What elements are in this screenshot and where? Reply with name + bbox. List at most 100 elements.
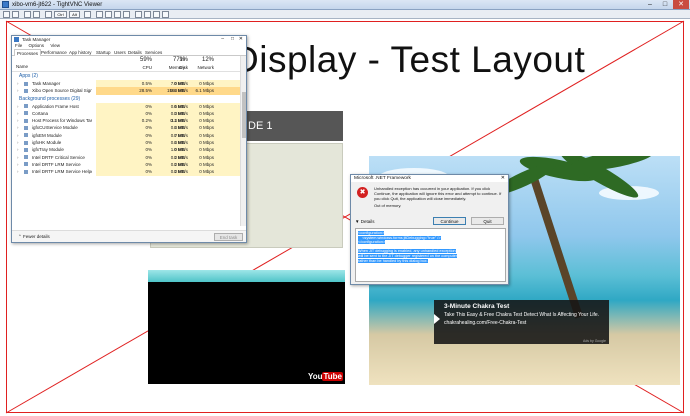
- tab-services[interactable]: Services: [143, 49, 164, 56]
- expand-chevron-icon[interactable]: ›: [17, 124, 19, 131]
- process-name: igfxEM Module: [32, 132, 62, 138]
- continue-button[interactable]: Continue: [433, 217, 466, 225]
- process-network: 0 Mbps: [199, 103, 214, 109]
- fewer-details-link[interactable]: ⌃ Fewer details: [18, 234, 50, 240]
- process-name: Xibo Open Source Digital Signa...: [32, 88, 92, 94]
- process-row[interactable]: › Host Process for Windows Tasks 0.2% 3.4 M…: [12, 117, 246, 125]
- expand-chevron-icon[interactable]: ›: [17, 110, 19, 117]
- google-ad[interactable]: 3-Minute Chakra Test Take This Easy & Fr…: [434, 300, 609, 344]
- expand-chevron-icon[interactable]: ›: [17, 103, 19, 110]
- process-row[interactable]: › Cortana 0% 0.3 MB 0 MB/s 0 Mbps: [12, 109, 246, 118]
- column-network[interactable]: Network: [174, 65, 214, 70]
- apps-group-header[interactable]: Apps (2): [12, 72, 246, 80]
- tab-startup[interactable]: Startup: [94, 49, 113, 56]
- details-toggle[interactable]: ▼ Details: [355, 218, 374, 226]
- tab-performance[interactable]: Performance: [39, 49, 69, 56]
- video-player[interactable]: YouTube: [148, 270, 345, 384]
- video-preview-strip: [148, 270, 345, 282]
- process-row[interactable]: › igfxCUIService Module 0% 0.4 MB 0 MB/s 0 Mb…: [12, 124, 246, 132]
- tm-maximize-button[interactable]: □: [231, 36, 234, 43]
- process-row[interactable]: › igfxTray Module 0% 1.0 MB 0 MB/s 0 Mbps: [12, 146, 246, 154]
- tab-app-history[interactable]: App history: [67, 49, 94, 56]
- process-icon: [24, 104, 28, 109]
- process-row[interactable]: › igfxEM Module 0% 0.7 MB 0 MB/s 0 Mbps: [12, 131, 246, 140]
- menu-file[interactable]: File: [15, 43, 22, 48]
- expand-chevron-icon[interactable]: ›: [17, 139, 19, 146]
- task-manager-title-bar: Task Manager – □ ✕: [12, 36, 246, 43]
- tab-details[interactable]: Details: [126, 49, 144, 56]
- process-row[interactable]: › igfxHK Module 0% 0.4 MB 0 MB/s 0 Mbps: [12, 139, 246, 147]
- process-network: 0 Mbps: [199, 140, 214, 146]
- dialog-message: Unhandled exception has occurred in your…: [374, 186, 502, 201]
- youtube-logo-tube: Tube: [322, 372, 343, 381]
- expand-chevron-icon[interactable]: ›: [17, 80, 19, 87]
- palm-trunk: [529, 173, 583, 319]
- exception-line-text: <system.windows.forms jitDebugging="true…: [358, 235, 441, 240]
- process-name: Application Frame Host: [32, 103, 79, 109]
- task-manager-scrollbar[interactable]: [240, 56, 246, 226]
- process-icon: [24, 133, 28, 138]
- process-network: 0 Mbps: [199, 154, 214, 160]
- process-icon: [24, 155, 28, 160]
- task-manager-title: Task Manager: [22, 37, 51, 42]
- process-icon: [24, 162, 28, 167]
- process-icon: [24, 125, 28, 130]
- scrollbar-thumb[interactable]: [242, 92, 246, 138]
- dialog-title-bar: Microsoft .NET Framework ✕: [351, 175, 508, 182]
- exception-line-text: <configuration>: [358, 231, 385, 235]
- process-row[interactable]: › Intel DRTF Critical Service 0% 0.2 MB 0 MB…: [12, 153, 246, 161]
- expand-chevron-icon[interactable]: ›: [17, 161, 19, 168]
- process-row[interactable]: › Task Manager 0.5% 7.0 MB 0 MB/s 0 Mbps: [12, 80, 246, 88]
- network-total[interactable]: 12%: [174, 57, 214, 63]
- tm-minimize-button[interactable]: –: [221, 36, 224, 43]
- error-icon: ✖: [357, 187, 368, 198]
- vnc-viewer: xibo-vm6-jt622 - TightVNC Viewer – □ ✕ C…: [0, 0, 690, 416]
- tab-processes[interactable]: Processes: [14, 49, 42, 56]
- process-row[interactable]: › Intel DRTF LRM Service 0% 0.2 MB 0 MB/s 0 M…: [12, 160, 246, 169]
- ad-attribution: Ads by Google: [583, 339, 606, 343]
- expand-chevron-icon[interactable]: ›: [17, 87, 19, 94]
- process-network: 0 Mbps: [199, 161, 214, 167]
- background-list: › Application Frame Host 0% 0.6 MB 0 MB/s 0 M…: [12, 102, 246, 176]
- process-network: 0 Mbps: [199, 132, 214, 138]
- process-icon: [24, 88, 28, 93]
- process-icon: [24, 169, 28, 174]
- process-icon: [24, 111, 28, 116]
- expand-chevron-icon[interactable]: ›: [17, 132, 19, 139]
- column-name[interactable]: Name: [16, 64, 28, 69]
- menu-view[interactable]: View: [50, 43, 60, 48]
- zone-label: DE 1: [233, 111, 343, 141]
- process-name: Intel DRTF LRM Service Helper: [32, 169, 92, 175]
- process-row[interactable]: ›Xibo Open Source Digital Signa...28.5%1…: [12, 87, 246, 95]
- details-label: Details: [360, 219, 375, 224]
- process-icon: [24, 140, 28, 145]
- youtube-logo: YouTube: [308, 372, 343, 381]
- process-name: igfxHK Module: [32, 140, 62, 146]
- task-manager-footer: ⌃ Fewer details End task: [12, 230, 246, 242]
- dialog-close-button[interactable]: ✕: [501, 175, 505, 182]
- ad-title[interactable]: 3-Minute Chakra Test: [444, 303, 605, 310]
- process-row[interactable]: › Intel DRTF LRM Service Helper 0% 0.2 MB 0 …: [12, 168, 246, 176]
- expand-chevron-icon[interactable]: ›: [17, 117, 19, 124]
- menu-options[interactable]: Options: [29, 43, 45, 48]
- quit-button[interactable]: Quit: [471, 217, 504, 225]
- process-name: Intel DRTF Critical Service: [32, 154, 85, 160]
- expand-chevron-icon[interactable]: ›: [17, 146, 19, 153]
- process-name: Task Manager: [32, 81, 61, 86]
- dotnet-error-dialog: Microsoft .NET Framework ✕ ✖ Unhandled e…: [350, 174, 509, 285]
- expand-chevron-icon[interactable]: ›: [17, 168, 19, 175]
- process-network: 6.1 Mbps: [195, 88, 214, 94]
- expand-chevron-icon[interactable]: ›: [17, 154, 19, 161]
- end-task-button[interactable]: End task: [214, 233, 243, 241]
- tm-close-button[interactable]: ✕: [239, 36, 243, 43]
- task-manager-icon: [14, 37, 19, 42]
- process-name: Intel DRTF LRM Service: [32, 161, 81, 167]
- process-icon: [24, 147, 28, 152]
- exception-line-text: will be sent to the JIT debugger registe…: [358, 253, 458, 258]
- ad-text: Take This Easy & Free Chakra Test Detect…: [444, 312, 600, 318]
- ad-arrow-icon: [434, 314, 440, 324]
- process-row[interactable]: › Application Frame Host 0% 0.6 MB 0 MB/s 0 M…: [12, 102, 246, 110]
- background-group-header[interactable]: Background processes (29): [12, 95, 246, 103]
- ad-url[interactable]: chakrahealing.com/Free-Chakra-Test: [444, 320, 605, 326]
- exception-details-textbox[interactable]: <configuration> <system.windows.forms ji…: [355, 228, 506, 282]
